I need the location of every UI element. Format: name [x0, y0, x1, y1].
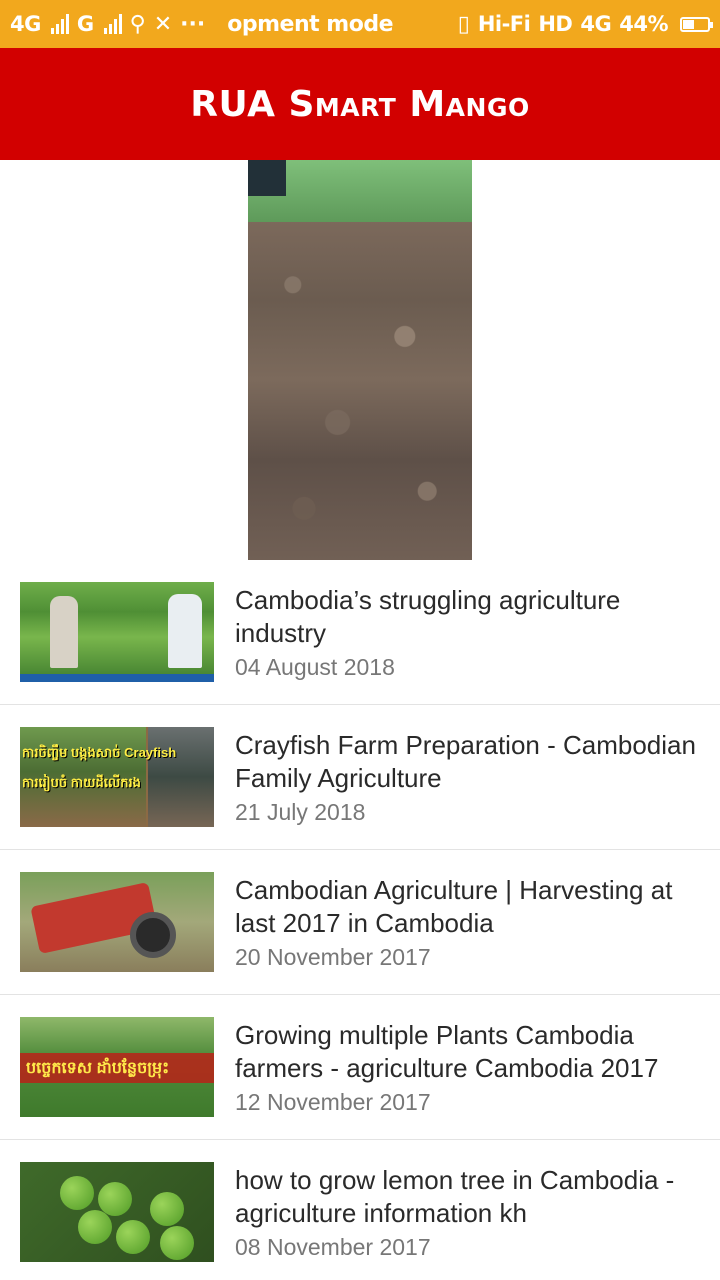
- article-thumbnail: ការចិញ្ចឹម បង្កងសាច់ Crayfish ការរៀបចំ ក…: [20, 727, 214, 827]
- article-date: 12 November 2017: [235, 1089, 431, 1115]
- article-thumbnail: [20, 582, 214, 682]
- article-date: 20 November 2017: [235, 944, 431, 970]
- status-bar: 4G G ⚲ ✕ ··· opment mode ▯ Hi-Fi HD 4G 4…: [0, 0, 720, 48]
- battery-icon: [680, 16, 713, 32]
- app-title: RUA Smart Mango: [190, 83, 530, 125]
- article-list: Cambodia’s struggling agriculture indust…: [0, 560, 720, 1280]
- usb-icon: ⚲: [129, 11, 146, 37]
- status-bar-right: ▯ Hi-Fi HD 4G 44%: [457, 11, 713, 37]
- article-thumbnail: បច្ចេកទេស ដាំបន្លែចម្រុះ: [20, 1017, 214, 1117]
- article-date: 08 November 2017: [235, 1234, 431, 1260]
- battery-percent: 44%: [619, 12, 668, 36]
- thumbnail-caption: បច្ចេកទេស ដាំបន្លែចម្រុះ: [26, 1060, 170, 1077]
- list-item[interactable]: ការចិញ្ចឹម បង្កងសាច់ Crayfish ការរៀបចំ ក…: [0, 705, 720, 850]
- network-type-1: 4G: [10, 12, 41, 36]
- thumbnail-caption: ការចិញ្ចឹម បង្កងសាច់ Crayfish: [22, 745, 177, 760]
- signal-icon: [50, 14, 69, 34]
- signal-icon: [103, 14, 122, 34]
- list-item[interactable]: បច្ចេកទេស ដាំបន្លែចម្រុះ Growing multipl…: [0, 995, 720, 1140]
- list-item[interactable]: Cambodia’s struggling agriculture indust…: [0, 560, 720, 705]
- video-frame-tractor: [248, 160, 286, 196]
- status-bar-left: 4G G ⚲ ✕ ··· opment mode: [10, 11, 394, 37]
- network-type-3: 4G: [580, 12, 612, 36]
- article-title: Cambodia’s struggling agriculture indust…: [235, 585, 621, 648]
- article-date: 04 August 2018: [235, 654, 395, 680]
- article-thumbnail: [20, 872, 214, 972]
- article-title: how to grow lemon tree in Cambodia - agr…: [235, 1165, 675, 1228]
- network-type-2: G: [76, 12, 94, 36]
- article-date: 21 July 2018: [235, 799, 366, 825]
- article-title: Cambodian Agriculture | Harvesting at la…: [235, 875, 673, 938]
- developer-mode-text: opment mode: [227, 11, 394, 37]
- more-notifications-icon: ···: [180, 11, 206, 37]
- video-player[interactable]: [248, 160, 472, 560]
- hifi-label: Hi-Fi: [477, 12, 531, 36]
- list-item[interactable]: Cambodian Agriculture | Harvesting at la…: [0, 850, 720, 995]
- article-title: Crayfish Farm Preparation - Cambodian Fa…: [235, 730, 696, 793]
- article-title: Growing multiple Plants Cambodia farmers…: [235, 1020, 659, 1083]
- hd-label: HD: [538, 12, 573, 36]
- list-item[interactable]: how to grow lemon tree in Cambodia - agr…: [0, 1140, 720, 1280]
- thumbnail-caption: ការរៀបចំ កាយដីលើករង: [22, 775, 141, 790]
- app-bar: RUA Smart Mango: [0, 48, 720, 160]
- vibrate-icon: ▯: [457, 11, 470, 37]
- tools-icon: ✕: [153, 11, 173, 37]
- article-thumbnail: [20, 1162, 214, 1262]
- video-frame-soil: [248, 216, 472, 560]
